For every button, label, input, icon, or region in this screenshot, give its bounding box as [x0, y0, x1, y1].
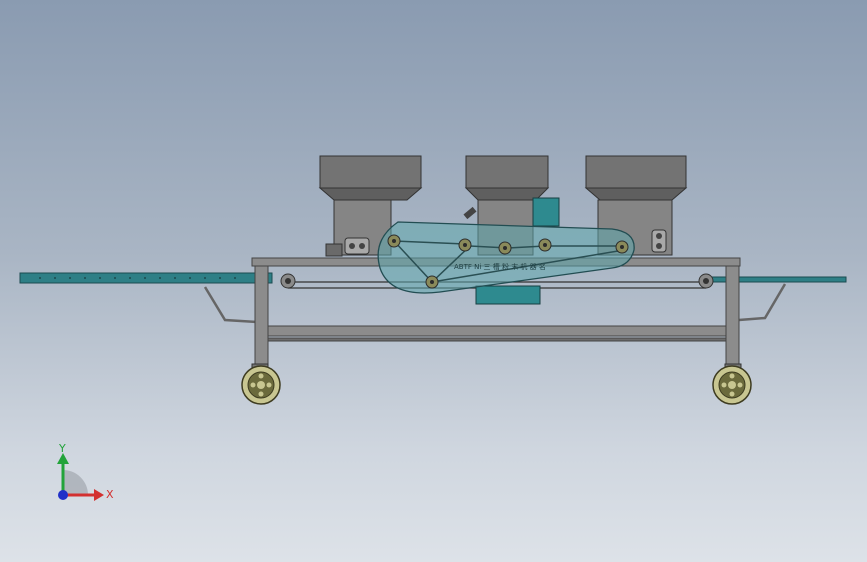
y-axis-label: Y [58, 442, 66, 455]
cad-viewport[interactable]: ABTF Ni 三 槽 粉 末 机 器 名 Y X [0, 0, 867, 562]
machine-label: ABTF Ni 三 槽 粉 末 机 器 名 [454, 262, 546, 271]
z-axis-dot-icon [58, 490, 68, 500]
coordinate-triad: Y X [57, 442, 114, 501]
x-axis-label: X [106, 488, 114, 501]
caster-wheel-right[interactable] [712, 363, 752, 405]
discharge-chute[interactable] [475, 285, 541, 305]
left-outfeed-conveyor[interactable] [19, 272, 273, 284]
machine-model[interactable]: ABTF Ni 三 槽 粉 末 机 器 名 [0, 0, 867, 562]
caster-wheel-left[interactable] [241, 363, 281, 405]
triad-plane-icon [63, 470, 88, 495]
